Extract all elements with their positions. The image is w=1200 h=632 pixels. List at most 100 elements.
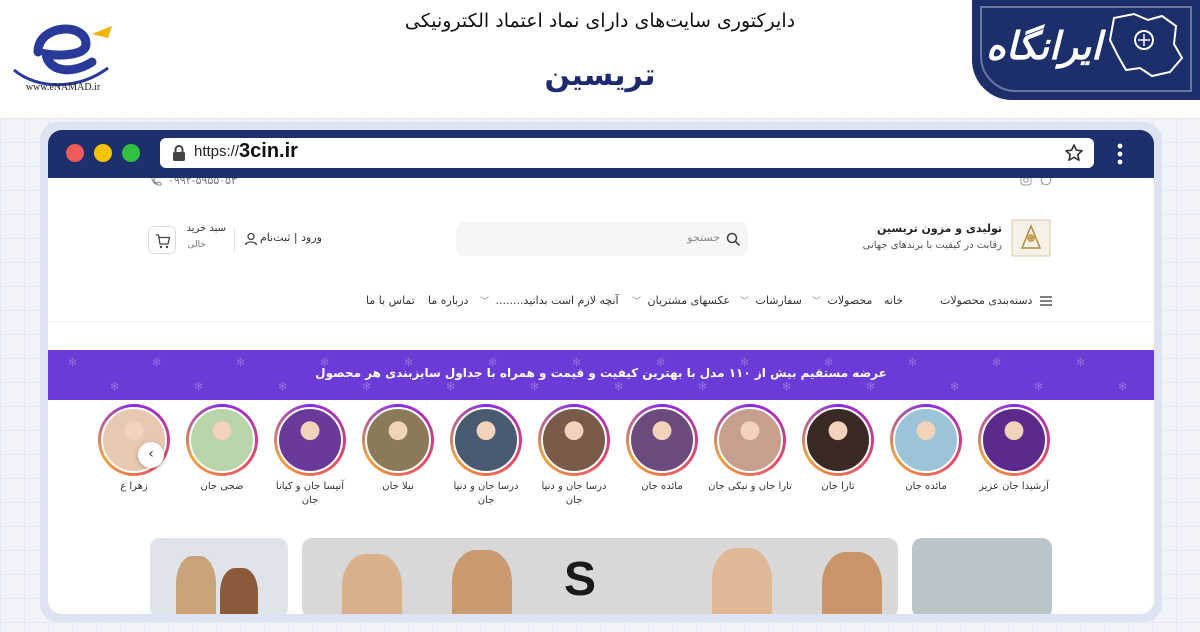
story-item[interactable]: تارا جان و نیکی جان [708, 404, 792, 512]
child-figure [822, 552, 882, 614]
story-avatar [277, 407, 343, 473]
nav-customer-photos-label: عکسهای مشتریان [647, 294, 731, 307]
snowflake-icon: ✻ [866, 380, 876, 393]
chevron-left-icon[interactable]: ‹ [138, 442, 164, 468]
nav-categories[interactable]: دسته‌بندی محصولات [940, 294, 1032, 307]
phone-icon [151, 178, 162, 186]
stories-carousel: آرشیدا جان عزیز مائده جان تارا جان تارا جان… [48, 404, 1154, 514]
story-label: تارا جان [821, 481, 855, 492]
maximize-window-button[interactable] [122, 144, 140, 162]
close-window-button[interactable] [66, 144, 84, 162]
story-avatar [805, 407, 871, 473]
promo-card-main[interactable]: S [302, 538, 898, 614]
whatsapp-icon[interactable] [1040, 178, 1052, 186]
story-avatar [541, 407, 607, 473]
story-item[interactable]: درسا جان و دنیا جان [444, 404, 528, 512]
story-avatar-ring [714, 404, 786, 476]
iran-map-icon [1108, 12, 1184, 78]
story-avatar [893, 407, 959, 473]
login-register-link[interactable]: ورود | ثبت‌نام [260, 231, 322, 244]
child-figure [342, 554, 402, 614]
url-prefix: https:// [194, 143, 240, 160]
chevron-down-icon: ﹀ [480, 297, 490, 307]
story-item[interactable]: آرشیدا جان عزیز [972, 404, 1056, 512]
site-logo[interactable] [1008, 218, 1054, 258]
nav-divider [48, 321, 1154, 322]
promo-card-left[interactable] [150, 538, 288, 614]
site-name: تریسین [544, 58, 656, 93]
promo-card-right[interactable] [912, 538, 1052, 614]
story-avatar [629, 407, 695, 473]
top-contact-bar: ۰۹۹۲-۵۹۵۵۰۵۳ [48, 178, 1154, 192]
story-label: آرشیدا جان عزیز [979, 481, 1049, 492]
story-avatar-ring [538, 404, 610, 476]
story-item[interactable]: نیلا جان [356, 404, 440, 512]
story-label: درسا جان و دنیا جان [541, 481, 607, 506]
cart-button[interactable] [148, 226, 176, 254]
nav-orders[interactable]: سفارشات ﹀ [740, 294, 802, 307]
story-avatar-ring [978, 404, 1050, 476]
search-input[interactable]: جستجو [456, 222, 748, 256]
irangah-logo-text: ایرانگاه [986, 24, 1102, 68]
story-item[interactable]: مائده جان [620, 404, 704, 512]
story-avatar-ring [186, 404, 258, 476]
cart-label[interactable]: سبد خرید [180, 223, 226, 234]
chevron-down-icon: ﹀ [812, 297, 822, 307]
story-avatar [365, 407, 431, 473]
search-placeholder: جستجو [687, 231, 720, 244]
address-bar[interactable]: https://3cin.ir [160, 138, 1094, 168]
cart-status: خالی [187, 240, 206, 250]
nav-home[interactable]: خانه [884, 294, 903, 307]
browser-menu-icon[interactable] [1116, 142, 1124, 166]
cart-icon [156, 234, 171, 249]
story-avatar [189, 407, 255, 473]
irangah-logo[interactable]: ایرانگاه [972, 0, 1200, 100]
story-avatar [981, 407, 1047, 473]
snowflake-icon: ✻ [782, 380, 792, 393]
user-icon[interactable] [244, 232, 258, 246]
story-item[interactable]: درسا جان و دنیا جان [532, 404, 616, 512]
story-label: زهرا ع [120, 481, 148, 492]
search-icon[interactable] [726, 232, 740, 246]
nav-about[interactable]: درباره ما [428, 294, 468, 307]
lock-icon [173, 145, 185, 161]
instagram-icon[interactable] [1020, 178, 1032, 186]
nav-contact[interactable]: تماس با ما [366, 294, 415, 307]
story-item[interactable]: آنیسا جان و کیانا جان [268, 404, 352, 512]
child-figure [220, 568, 258, 614]
story-avatar-ring [274, 404, 346, 476]
story-avatar-ring [98, 404, 170, 476]
story-item[interactable]: تارا جان [796, 404, 880, 512]
story-label: درسا جان و دنیا جان [453, 481, 519, 506]
snowflake-icon: ✻ [1034, 380, 1044, 393]
chevron-down-icon: ﹀ [632, 297, 642, 307]
phone-number[interactable]: ۰۹۹۲-۵۹۵۵۰۵۳ [168, 178, 237, 187]
child-figure [176, 556, 216, 614]
enamad-url[interactable]: www.eNAMAD.ir [8, 82, 118, 93]
chevron-down-icon: ﹀ [740, 297, 750, 307]
nav-products[interactable]: محصولات ﹀ [812, 294, 872, 307]
child-figure [452, 550, 512, 614]
snowflake-icon: ✻ [950, 380, 960, 393]
main-navigation: دسته‌بندی محصولات خانه محصولات ﹀ سفارشات… [48, 288, 1154, 314]
nav-need-to-know-label: آنچه لازم است بدانید........ [495, 294, 619, 307]
snowflake-icon: ✻ [446, 380, 456, 393]
minimize-window-button[interactable] [94, 144, 112, 162]
bookmark-star-icon[interactable] [1064, 143, 1084, 163]
banner-text: عرضه مستقیم بیش از ۱۱۰ مدل با بهترین کیف… [315, 366, 887, 380]
story-label: ضحی جان [200, 481, 244, 492]
menu-icon[interactable] [1040, 296, 1052, 306]
story-avatar [453, 407, 519, 473]
story-item[interactable]: مائده جان [884, 404, 968, 512]
header-divider [234, 228, 235, 252]
snowflake-icon: ✻ [278, 380, 288, 393]
story-item[interactable]: ضحی جان [180, 404, 264, 512]
browser-toolbar: https://3cin.ir [48, 130, 1154, 178]
nav-need-to-know[interactable]: آنچه لازم است بدانید........ ﹀ [480, 294, 619, 307]
directory-header: www.eNAMAD.ir دایرکتوری سایت‌های دارای ن… [0, 0, 1200, 118]
brand-mark-icon: S [564, 553, 597, 606]
story-label: مائده جان [641, 481, 683, 492]
url-text[interactable]: https://3cin.ir [194, 140, 298, 163]
nav-customer-photos[interactable]: عکسهای مشتریان ﹀ [632, 294, 730, 307]
snowflake-icon: ✻ [614, 380, 624, 393]
